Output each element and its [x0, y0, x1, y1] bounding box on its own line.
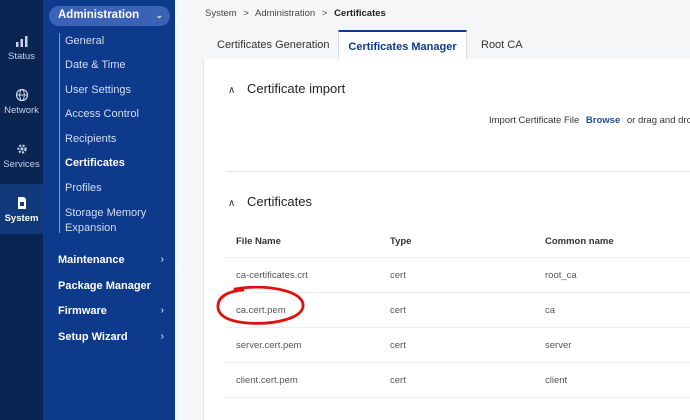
table-row-divider	[226, 362, 690, 363]
breadcrumb-item-administration[interactable]: Administration	[255, 8, 315, 19]
sidebar-item-package-manager-label: Package Manager	[58, 280, 151, 292]
table-row-divider	[226, 397, 690, 398]
cell-type: cert	[390, 375, 406, 386]
section-divider	[226, 171, 690, 172]
cell-file-name: client.cert.pem	[236, 375, 298, 386]
sidebar-section-administration[interactable]: Administration ⌄	[49, 6, 170, 26]
chevron-up-icon: ∧	[228, 198, 236, 209]
drag-drop-hint: or drag and drop	[626, 115, 690, 126]
breadcrumb-separator: >	[243, 8, 249, 19]
sidebar-item-date-time[interactable]: Date & Time	[65, 58, 126, 73]
certificate-import-header[interactable]: ∧ Certificate import	[228, 81, 345, 96]
import-file-row: Import Certificate File Browse or drag a…	[489, 115, 690, 126]
rail-label-system: System	[4, 213, 39, 224]
globe-icon	[15, 88, 28, 102]
breadcrumb-item-system[interactable]: System	[205, 8, 237, 19]
main-content: System > Administration > Certificates C…	[175, 0, 690, 420]
tab-root-ca[interactable]: Root CA	[481, 30, 523, 60]
certificate-import-title: Certificate import	[246, 81, 346, 96]
cell-file-name: ca.cert.pem	[236, 305, 286, 316]
submenu-guide-line	[59, 33, 60, 233]
import-file-label: Import Certificate File	[489, 115, 580, 126]
chevron-right-icon: ›	[160, 305, 164, 316]
breadcrumb: System > Administration > Certificates	[205, 8, 386, 19]
sidebar-item-storage-memory[interactable]: Storage Memory	[65, 206, 146, 221]
table-row-divider	[226, 292, 690, 293]
cell-file-name: ca-certificates.crt	[236, 270, 308, 281]
sidebar-item-certificates[interactable]: Certificates	[65, 156, 125, 171]
icon-rail: Status Network Services System	[0, 0, 43, 420]
rail-item-services[interactable]: Services	[0, 142, 43, 178]
sidebar-item-package-manager[interactable]: Package Manager	[58, 280, 168, 292]
rail-label-services: Services	[3, 159, 40, 170]
rail-item-system[interactable]: System	[0, 184, 43, 234]
sidebar-item-profiles[interactable]: Profiles	[65, 181, 102, 196]
column-header-common-name: Common name	[545, 236, 614, 247]
chevron-right-icon: ›	[160, 254, 164, 265]
table-row-divider	[226, 327, 690, 328]
rail-item-status[interactable]: Status	[0, 34, 43, 70]
sidebar-item-setup-wizard[interactable]: Setup Wizard ›	[58, 331, 168, 343]
sidebar-item-storage-expansion[interactable]: Expansion	[65, 221, 116, 236]
sidebar-item-maintenance[interactable]: Maintenance ›	[58, 254, 168, 266]
cell-type: cert	[390, 270, 406, 281]
cell-common-name: root_ca	[545, 270, 577, 281]
browse-link[interactable]: Browse	[586, 115, 620, 126]
gear-icon	[16, 144, 27, 154]
rail-item-network[interactable]: Network	[0, 88, 43, 124]
cell-common-name: ca	[545, 305, 556, 316]
cell-file-name: server.cert.pem	[236, 340, 302, 351]
cell-common-name: client	[545, 375, 568, 386]
certificates-header[interactable]: ∧ Certificates	[228, 194, 312, 209]
status-bars-icon	[15, 36, 27, 47]
certificates-title: Certificates	[246, 194, 312, 209]
table-row-divider	[226, 257, 690, 258]
breadcrumb-separator: >	[321, 8, 328, 19]
chevron-down-icon: ⌄	[155, 10, 163, 20]
tab-certificates-manager[interactable]: Certificates Manager	[338, 30, 467, 60]
column-header-file-name: File Name	[236, 236, 281, 247]
sidebar-item-access-control[interactable]: Access Control	[65, 107, 139, 122]
tab-certificates-generation[interactable]: Certificates Generation	[217, 30, 330, 60]
content-panel: ∧ Certificate import Import Certificate …	[203, 59, 690, 420]
sidebar-section-label: Administration	[58, 9, 140, 21]
cell-common-name: server	[545, 340, 572, 351]
cell-type: cert	[390, 305, 406, 316]
sidebar-item-maintenance-label: Maintenance	[58, 254, 125, 266]
cell-type: cert	[390, 340, 406, 351]
sidebar-item-user-settings[interactable]: User Settings	[65, 83, 131, 98]
system-chip-icon	[17, 197, 26, 209]
rail-label-network: Network	[4, 105, 39, 116]
sidebar-item-general[interactable]: General	[65, 34, 104, 49]
sidebar-item-setup-wizard-label: Setup Wizard	[58, 331, 128, 343]
sidebar-item-firmware[interactable]: Firmware ›	[58, 305, 168, 317]
rail-label-status: Status	[8, 51, 35, 62]
breadcrumb-current: Certificates	[334, 8, 386, 19]
sidebar-item-firmware-label: Firmware	[58, 305, 107, 317]
chevron-right-icon: ›	[160, 331, 164, 342]
sidebar-item-recipients[interactable]: Recipients	[65, 132, 116, 147]
chevron-up-icon: ∧	[228, 85, 236, 96]
column-header-type: Type	[390, 236, 412, 247]
